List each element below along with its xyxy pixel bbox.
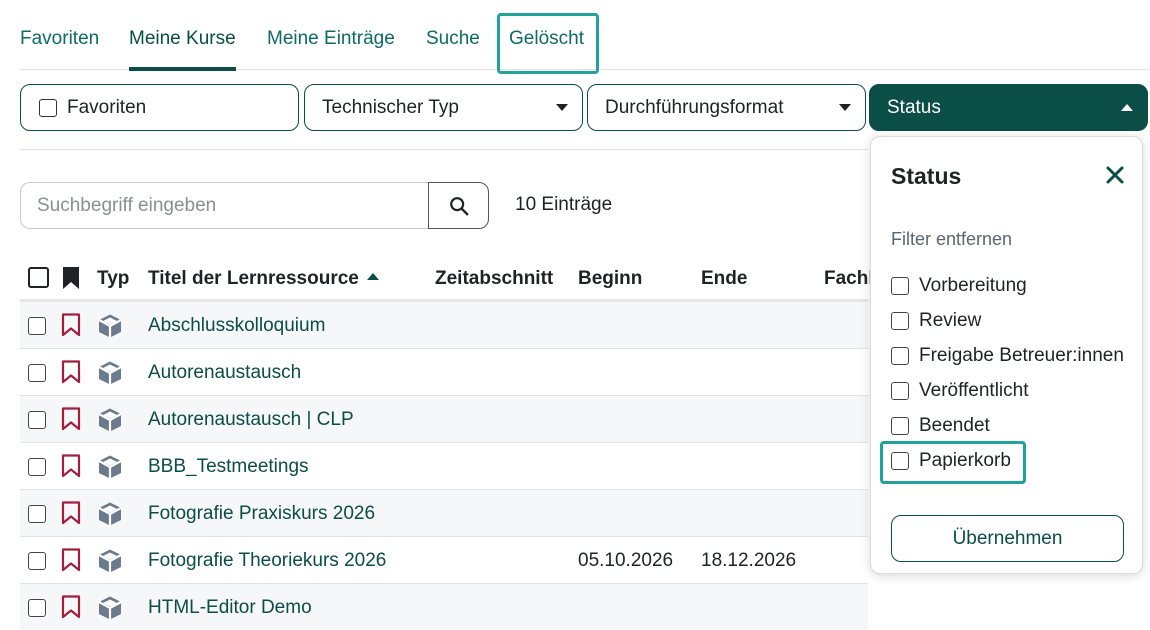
select-all-checkbox[interactable] xyxy=(28,267,49,288)
cube-icon xyxy=(97,501,123,532)
status-option-review[interactable]: Review xyxy=(891,306,981,336)
row-checkbox[interactable] xyxy=(28,411,46,429)
table-row: BBB_Testmeetings xyxy=(20,443,868,490)
filter-entfernen-link[interactable]: Filter entfernen xyxy=(891,229,1012,250)
bookmark-icon[interactable] xyxy=(61,360,81,389)
filter-durchfuehrungsformat[interactable]: Durchführungsformat xyxy=(587,84,866,131)
checkbox[interactable] xyxy=(891,382,909,400)
table-row: Abschlusskolloquium xyxy=(20,302,868,349)
course-title-link[interactable]: Autorenaustausch xyxy=(148,362,301,384)
cube-icon xyxy=(97,548,123,579)
bookmark-icon[interactable] xyxy=(61,501,81,530)
begin-date: 05.10.2026 xyxy=(578,550,674,571)
option-label: Review xyxy=(919,310,982,331)
table-row: Fotografie Theoriekurs 2026 05.10.2026 18.… xyxy=(20,537,868,584)
filter-technischer-typ-label: Technischer Typ xyxy=(322,96,459,118)
cube-icon xyxy=(97,360,123,391)
column-typ[interactable]: Typ xyxy=(97,268,129,290)
filter-durchfuehrungsformat-label: Durchführungsformat xyxy=(605,96,784,118)
tab-favoriten[interactable]: Favoriten xyxy=(20,28,99,50)
course-title-link[interactable]: Fotografie Praxiskurs 2026 xyxy=(148,503,375,525)
search-input[interactable] xyxy=(20,182,430,229)
divider xyxy=(20,149,868,150)
sort-ascending-icon xyxy=(366,273,379,280)
course-title-link[interactable]: HTML-Editor Demo xyxy=(148,597,312,619)
checkbox[interactable] xyxy=(891,347,909,365)
row-checkbox[interactable] xyxy=(28,458,46,476)
chevron-down-icon xyxy=(839,104,851,111)
option-label: Vorbereitung xyxy=(919,275,1027,296)
bookmark-icon[interactable] xyxy=(61,595,81,624)
filter-status[interactable]: Status xyxy=(869,84,1148,131)
search-button[interactable] xyxy=(428,182,489,229)
papierkorb-highlight xyxy=(880,441,1026,484)
course-title-link[interactable]: Abschlusskolloquium xyxy=(148,315,325,337)
status-filter-panel: Status Filter entfernen Vorbereitung Rev… xyxy=(870,136,1143,574)
course-title-link[interactable]: BBB_Testmeetings xyxy=(148,456,309,478)
result-count: 10 Einträge xyxy=(515,194,613,215)
checkbox[interactable] xyxy=(891,312,909,330)
tab-meine-eintraege[interactable]: Meine Einträge xyxy=(267,28,395,50)
status-option-beendet[interactable]: Beendet xyxy=(891,411,990,441)
row-checkbox[interactable] xyxy=(28,505,46,523)
option-label: Beendet xyxy=(919,415,990,436)
bookmark-icon[interactable] xyxy=(61,548,81,577)
checkbox[interactable] xyxy=(891,277,909,295)
tab-meine-kurse[interactable]: Meine Kurse xyxy=(129,28,236,71)
close-icon[interactable] xyxy=(1103,163,1127,187)
cube-icon xyxy=(97,595,123,626)
table-row: HTML-Editor Demo xyxy=(20,584,868,630)
panel-title: Status xyxy=(891,163,962,189)
chevron-up-icon xyxy=(1121,104,1133,111)
tab-geloescht-highlight xyxy=(497,13,599,74)
tab-suche[interactable]: Suche xyxy=(426,28,480,50)
row-checkbox[interactable] xyxy=(28,552,46,570)
status-option-vorbereitung[interactable]: Vorbereitung xyxy=(891,271,1027,301)
filter-favoriten-label: Favoriten xyxy=(67,96,147,118)
search-icon xyxy=(449,196,468,215)
column-ende[interactable]: Ende xyxy=(701,268,747,290)
table-row: Fotografie Praxiskurs 2026 xyxy=(20,490,868,537)
table-row: Autorenaustausch | CLP xyxy=(20,396,868,443)
bookmark-icon[interactable] xyxy=(61,313,81,342)
end-date: 18.12.2026 xyxy=(701,550,797,571)
column-beginn[interactable]: Beginn xyxy=(578,268,642,290)
cube-icon xyxy=(97,313,123,344)
cube-icon xyxy=(97,454,123,485)
bookmark-icon[interactable] xyxy=(61,407,81,436)
column-fachl[interactable]: Fachl xyxy=(824,268,874,290)
table-row: Autorenaustausch xyxy=(20,349,868,396)
column-titel[interactable]: Titel der Lernressource xyxy=(148,268,379,290)
option-label: Veröffentlicht xyxy=(919,380,1029,401)
filter-favoriten[interactable]: Favoriten xyxy=(20,84,299,131)
course-title-link[interactable]: Autorenaustausch | CLP xyxy=(148,409,354,431)
filter-status-label: Status xyxy=(887,96,941,118)
row-checkbox[interactable] xyxy=(28,317,46,335)
row-checkbox[interactable] xyxy=(28,364,46,382)
bookmark-header-icon[interactable] xyxy=(62,266,80,290)
course-title-link[interactable]: Fotografie Theoriekurs 2026 xyxy=(148,550,386,572)
table-header: Typ Titel der Lernressource Zeitabschnit… xyxy=(20,258,874,302)
filter-technischer-typ[interactable]: Technischer Typ xyxy=(304,84,583,131)
chevron-down-icon xyxy=(556,104,568,111)
checkbox[interactable] xyxy=(891,417,909,435)
favoriten-checkbox[interactable] xyxy=(39,98,57,117)
option-label: Freigabe Betreuer:innen xyxy=(919,345,1124,366)
cube-icon xyxy=(97,407,123,438)
status-option-veroeffentlicht[interactable]: Veröffentlicht xyxy=(891,376,1029,406)
bookmark-icon[interactable] xyxy=(61,454,81,483)
column-titel-label: Titel der Lernressource xyxy=(148,268,359,289)
column-zeitabschnitt[interactable]: Zeitabschnitt xyxy=(435,268,553,290)
apply-button[interactable]: Übernehmen xyxy=(891,515,1124,562)
row-checkbox[interactable] xyxy=(28,599,46,617)
status-option-freigabe[interactable]: Freigabe Betreuer:innen xyxy=(891,341,1124,371)
